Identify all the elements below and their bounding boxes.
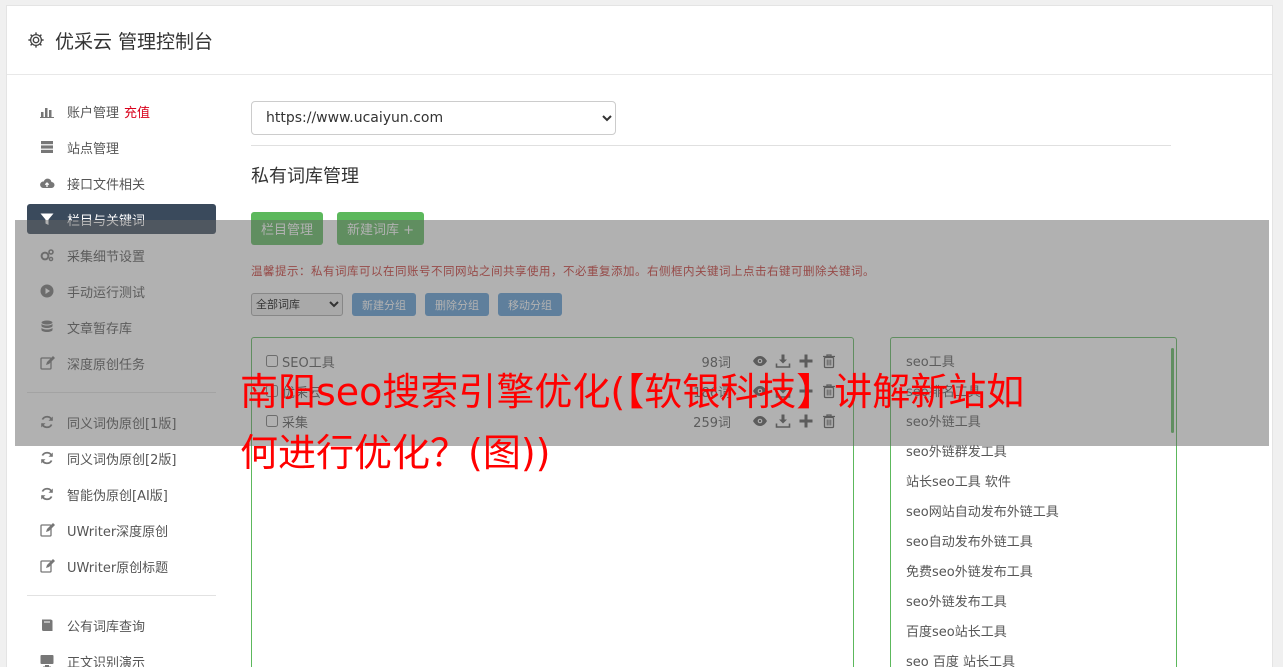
sidebar-item-label: 智能伪原创[AI版]: [67, 488, 168, 504]
keyword-item[interactable]: seo网站自动发布外链工具: [906, 498, 1176, 528]
article-title-overlay: 南阳seo搜索引擎优化(【软银科技】讲解新站如何进行优化？(图)): [240, 370, 1025, 475]
sidebar-item-label: 站点管理: [67, 141, 120, 157]
sidebar-item-label: UWriter原创标题: [67, 560, 169, 576]
sidebar-item-label: 接口文件相关: [67, 177, 146, 193]
cloud-upload-icon: [40, 178, 55, 188]
sidebar-item[interactable]: 正文识别演示: [27, 646, 216, 667]
keyword-item[interactable]: seo 百度 站长工具: [906, 648, 1176, 667]
sidebar-item[interactable]: 账户管理 充值: [27, 96, 216, 126]
section-title: 私有词库管理: [251, 166, 359, 187]
sidebar-item[interactable]: UWriter深度原创: [27, 515, 216, 545]
header: 优采云 管理控制台: [7, 6, 1272, 75]
refresh-icon: [41, 451, 53, 465]
sidebar-item-label: 同义词伪原创[2版]: [67, 452, 177, 468]
sidebar-item-label: 公有词库查询: [67, 619, 146, 635]
gear-icon: [28, 32, 44, 48]
edit-icon: [40, 523, 55, 537]
keyword-item[interactable]: seo外链发布工具: [906, 588, 1176, 618]
book-icon: [42, 619, 53, 631]
sidebar-item[interactable]: 同义词伪原创[2版]: [27, 443, 216, 473]
keyword-item[interactable]: seo自动发布外链工具: [906, 528, 1176, 558]
sidebar-item[interactable]: UWriter原创标题: [27, 551, 216, 581]
keyword-item[interactable]: 免费seo外链发布工具: [906, 558, 1176, 588]
sidebar-item-label: 正文识别演示: [67, 655, 146, 667]
monitor-icon: [40, 655, 54, 667]
edit-icon: [40, 559, 55, 573]
recharge-link[interactable]: 充值: [124, 102, 150, 121]
sidebar-item[interactable]: 智能伪原创[AI版]: [27, 479, 216, 509]
server-icon: [41, 141, 53, 153]
page-title: 优采云 管理控制台: [55, 30, 214, 53]
sidebar-item-label: UWriter深度原创: [67, 524, 169, 540]
sidebar-divider: [27, 595, 216, 596]
divider: [251, 145, 1171, 146]
keyword-item[interactable]: 百度seo站长工具: [906, 618, 1176, 648]
sidebar-item[interactable]: 公有词库查询: [27, 610, 216, 640]
sidebar-item[interactable]: 接口文件相关: [27, 168, 216, 198]
refresh-icon: [41, 487, 53, 501]
sidebar-item-label: 账户管理: [67, 105, 120, 121]
sidebar-item[interactable]: 站点管理: [27, 132, 216, 162]
bar-chart-icon: [40, 108, 54, 118]
site-select[interactable]: https://www.ucaiyun.com: [251, 101, 616, 135]
